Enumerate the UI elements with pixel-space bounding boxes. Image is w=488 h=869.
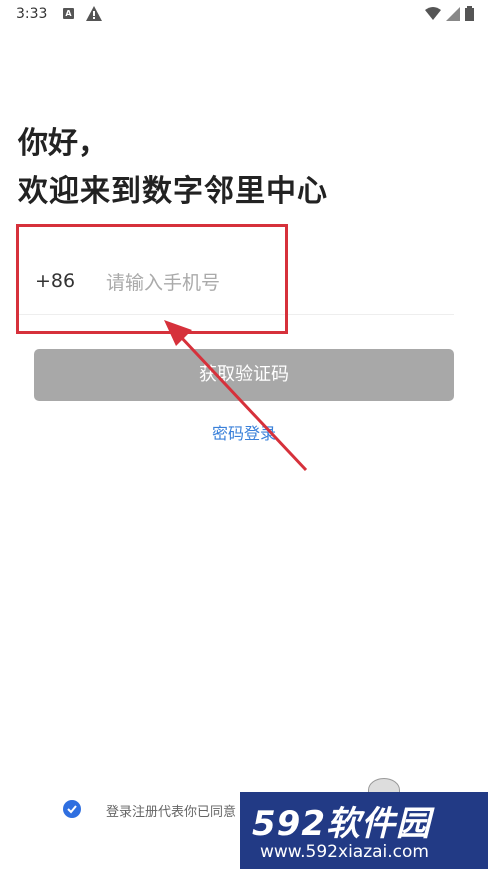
check-icon bbox=[67, 805, 77, 814]
battery-icon bbox=[465, 6, 474, 21]
wifi-icon bbox=[424, 7, 441, 20]
status-right-icons bbox=[424, 6, 474, 25]
watermark-logo: 592软件园 www.592xiazai.com bbox=[240, 792, 488, 869]
agreement-text: 登录注册代表你已同意 bbox=[106, 805, 237, 820]
password-login-link[interactable]: 密码登录 bbox=[0, 420, 488, 444]
get-code-button[interactable]: 获取验证码 bbox=[34, 349, 454, 401]
warning-icon bbox=[86, 6, 102, 21]
greeting-heading: 你好， bbox=[18, 126, 108, 161]
a-icon: A bbox=[63, 8, 74, 19]
welcome-heading: 欢迎来到数字邻里中心 bbox=[18, 174, 328, 209]
watermark-brand: 592软件园 bbox=[252, 804, 431, 844]
agreement-checkbox[interactable] bbox=[63, 800, 81, 818]
annotation-highlight-box bbox=[16, 224, 288, 334]
status-time: 3:33 bbox=[16, 6, 48, 22]
watermark-url: www.592xiazai.com bbox=[260, 842, 429, 862]
status-bar: 3:33 A bbox=[0, 0, 488, 30]
signal-icon bbox=[445, 7, 460, 21]
